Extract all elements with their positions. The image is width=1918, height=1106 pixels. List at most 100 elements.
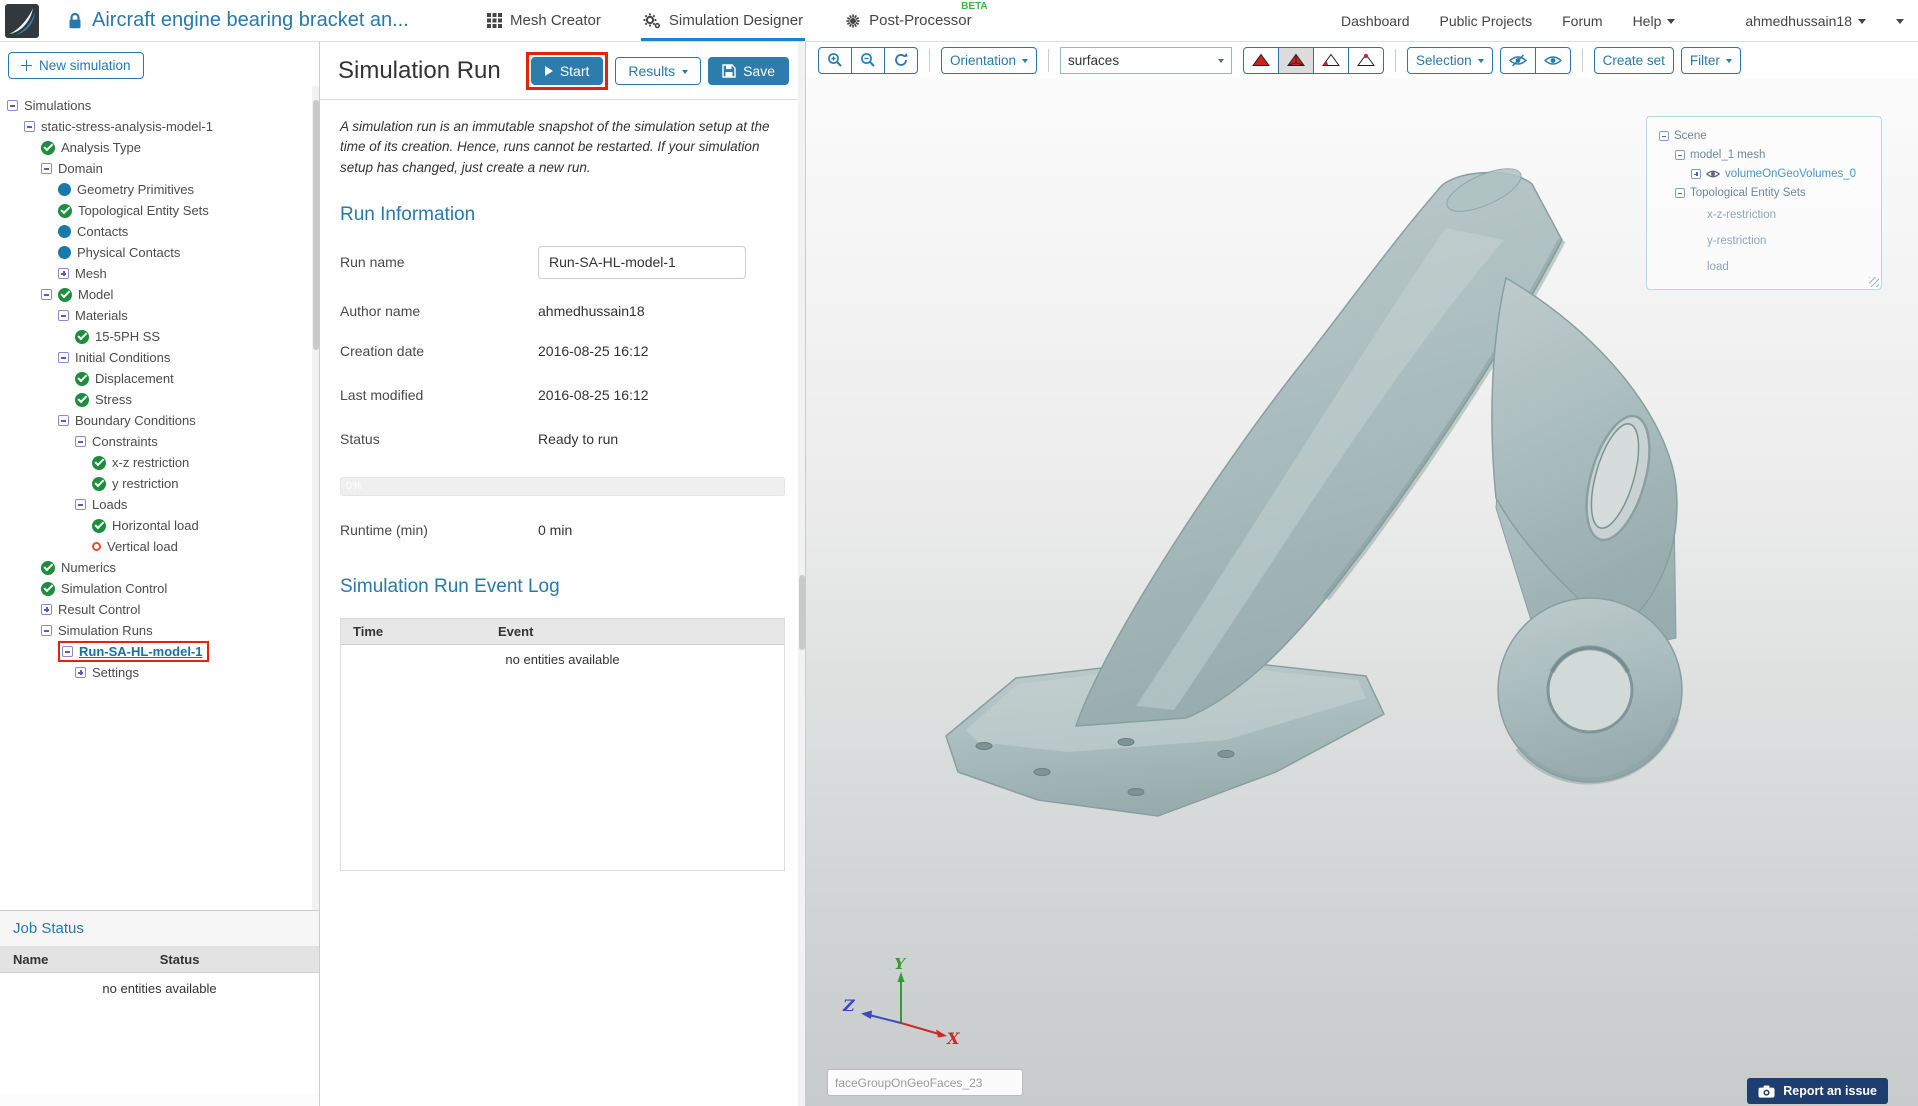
scene-tree-item-topological-entity-sets[interactable]: Topological Entity Sets xyxy=(1655,183,1873,202)
filter-dropdown[interactable]: Filter xyxy=(1680,46,1741,74)
tree-item-geometry-primitives[interactable]: Geometry Primitives xyxy=(0,179,319,200)
secondary-menu-toggle[interactable] xyxy=(1896,14,1904,28)
collapse-icon[interactable] xyxy=(41,163,52,174)
collapse-icon[interactable] xyxy=(1675,149,1685,160)
sidebar-scrollbar-thumb[interactable] xyxy=(312,100,319,350)
expand-icon[interactable] xyxy=(1691,168,1701,179)
start-button[interactable]: Start xyxy=(530,57,604,85)
triangle-point-icon xyxy=(1357,53,1376,66)
scene-tree-item-scene[interactable]: Scene xyxy=(1655,126,1873,145)
tree-item-domain[interactable]: Domain xyxy=(0,158,319,179)
collapse-icon[interactable] xyxy=(1675,187,1685,198)
nav-mesh-creator[interactable]: Mesh Creator xyxy=(485,0,603,41)
run-name-input[interactable] xyxy=(538,245,746,279)
collapse-icon[interactable] xyxy=(75,499,86,510)
tree-item-vertical-load[interactable]: Vertical load xyxy=(0,536,319,557)
eye-off-icon xyxy=(1508,53,1527,67)
orientation-dropdown[interactable]: Orientation xyxy=(941,46,1038,74)
user-menu[interactable]: ahmedhussain18 xyxy=(1745,13,1866,29)
collapse-icon[interactable] xyxy=(62,646,73,657)
selection-dropdown[interactable]: Selection xyxy=(1407,46,1493,74)
link-dashboard[interactable]: Dashboard xyxy=(1341,13,1410,29)
tree-item-result-control[interactable]: Result Control xyxy=(0,599,319,620)
results-dropdown-button[interactable]: Results xyxy=(615,57,702,85)
tree-item-analysis-type[interactable]: Analysis Type xyxy=(0,137,319,158)
collapse-icon[interactable] xyxy=(75,436,86,447)
eye-icon[interactable] xyxy=(1706,169,1720,179)
save-button[interactable]: Save xyxy=(708,57,789,85)
help-menu[interactable]: Help xyxy=(1633,13,1676,29)
collapse-icon[interactable] xyxy=(7,100,18,111)
collapse-icon[interactable] xyxy=(41,289,52,300)
collapse-icon[interactable] xyxy=(58,352,69,363)
scene-tree-item-model-1-mesh[interactable]: model_1 mesh xyxy=(1655,145,1873,164)
tree-item-topological-entity-sets[interactable]: Topological Entity Sets xyxy=(0,200,319,221)
tree-item-contacts[interactable]: Contacts xyxy=(0,221,319,242)
zoom-out-button[interactable] xyxy=(851,46,885,74)
tree-item-settings[interactable]: Settings xyxy=(0,662,319,683)
collapse-icon[interactable] xyxy=(1659,130,1669,141)
run-panel-scrollbar[interactable] xyxy=(798,42,805,1106)
resize-handle[interactable] xyxy=(1869,277,1879,287)
report-issue-button[interactable]: Report an issue xyxy=(1747,1078,1888,1104)
face-group-name-input[interactable] xyxy=(827,1069,1023,1096)
refresh-view-button[interactable] xyxy=(884,46,918,74)
zoom-in-button[interactable] xyxy=(818,46,852,74)
run-panel-scrollbar-thumb[interactable] xyxy=(798,575,805,650)
tree-item-mesh[interactable]: Mesh xyxy=(0,263,319,284)
create-set-button[interactable]: Create set xyxy=(1593,46,1674,74)
tree-item-simulation-control[interactable]: Simulation Control xyxy=(0,578,319,599)
tree-item-physical-contacts[interactable]: Physical Contacts xyxy=(0,242,319,263)
render-surfaces-edges-button[interactable] xyxy=(1278,46,1315,74)
tree-item-constraints[interactable]: Constraints xyxy=(0,431,319,452)
app-logo[interactable] xyxy=(0,0,39,41)
collapse-icon[interactable] xyxy=(58,415,69,426)
render-points-button[interactable] xyxy=(1348,46,1385,74)
link-public-projects[interactable]: Public Projects xyxy=(1440,13,1533,29)
tree-item-materials[interactable]: Materials xyxy=(0,305,319,326)
link-forum[interactable]: Forum xyxy=(1562,13,1602,29)
tree-item-y-restriction[interactable]: y restriction xyxy=(0,473,319,494)
render-surfaces-button[interactable] xyxy=(1243,46,1280,74)
scene-tree-item-y-restriction[interactable]: y-restriction xyxy=(1655,228,1873,254)
tree-item-static-stress-analysis[interactable]: static-stress-analysis-model-1 xyxy=(0,116,319,137)
render-mode-select[interactable]: surfaces xyxy=(1060,46,1233,74)
tree-item-xz-restriction[interactable]: x-z restriction xyxy=(0,452,319,473)
scene-tree-item-load[interactable]: load xyxy=(1655,254,1873,280)
tree-item-initial-conditions[interactable]: Initial Conditions xyxy=(0,347,319,368)
sidebar-scrollbar[interactable] xyxy=(312,86,319,910)
tree-item-run-sa-hl-model-1[interactable]: Run-SA-HL-model-1 xyxy=(0,641,319,662)
tree-item-15-5ph-ss[interactable]: 15-5PH SS xyxy=(0,326,319,347)
project-title[interactable]: Aircraft engine bearing bracket an... xyxy=(92,9,409,32)
event-log-empty-text: no entities available xyxy=(341,644,784,674)
tree-item-boundary-conditions[interactable]: Boundary Conditions xyxy=(0,410,319,431)
check-icon xyxy=(75,392,89,407)
tree-item-loads[interactable]: Loads xyxy=(0,494,319,515)
collapse-icon[interactable] xyxy=(58,310,69,321)
expand-icon[interactable] xyxy=(58,268,69,279)
tree-item-stress[interactable]: Stress xyxy=(0,389,319,410)
scene-tree-item-volume[interactable]: volumeOnGeoVolumes_0 xyxy=(1655,164,1873,183)
collapse-icon[interactable] xyxy=(24,121,35,132)
show-selection-button[interactable] xyxy=(1534,46,1571,74)
expand-icon[interactable] xyxy=(75,667,86,678)
scene-tree-item-xz-restriction[interactable]: x-z-restriction xyxy=(1655,202,1873,228)
chevron-down-icon xyxy=(682,70,689,77)
tree-item-displacement[interactable]: Displacement xyxy=(0,368,319,389)
tree-item-simulations[interactable]: Simulations xyxy=(0,95,319,116)
tree-item-numerics[interactable]: Numerics xyxy=(0,557,319,578)
viewport-canvas[interactable]: Scene model_1 mesh volumeOnGeoVolumes_0 xyxy=(806,78,1918,1106)
burst-gear-icon xyxy=(846,14,860,27)
render-wireframe-button[interactable] xyxy=(1313,46,1350,74)
check-icon xyxy=(41,140,55,155)
nav-post-processor[interactable]: Post-Processor BETA xyxy=(843,0,988,41)
collapse-icon[interactable] xyxy=(41,625,52,636)
tree-item-model[interactable]: Model xyxy=(0,284,319,305)
tree-item-horizontal-load[interactable]: Horizontal load xyxy=(0,515,319,536)
run-progress-bar: 0% xyxy=(340,476,785,496)
new-simulation-button[interactable]: New simulation xyxy=(8,52,144,79)
hide-selection-button[interactable] xyxy=(1499,46,1536,74)
tree-item-simulation-runs[interactable]: Simulation Runs xyxy=(0,620,319,641)
expand-icon[interactable] xyxy=(41,604,52,615)
nav-simulation-designer[interactable]: Simulation Designer xyxy=(640,0,806,41)
